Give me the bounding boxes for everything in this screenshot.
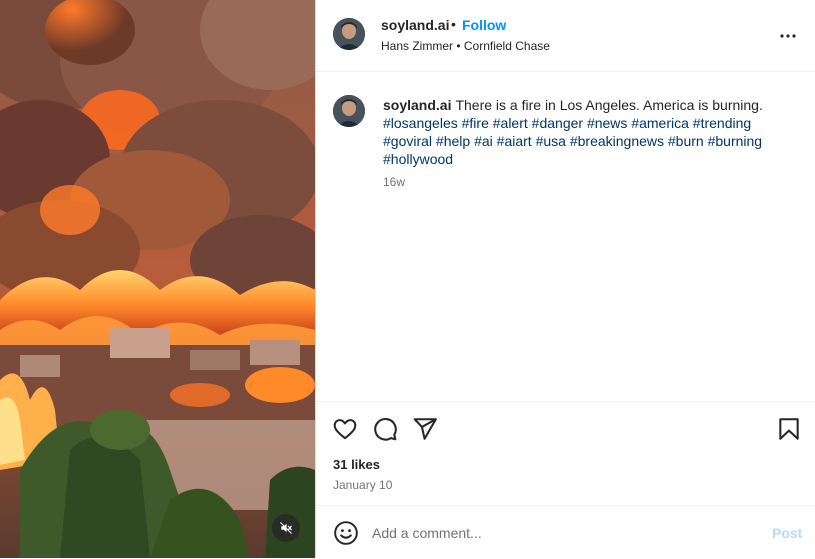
hashtag-link[interactable]: #fire [462, 115, 489, 131]
comment-icon [374, 418, 397, 441]
follow-separator: • [451, 16, 456, 32]
hashtag-link[interactable]: #usa [536, 133, 566, 149]
speaker-muted-icon [280, 522, 292, 534]
hashtag-link[interactable]: #aiart [497, 133, 532, 149]
mute-toggle-button[interactable] [272, 514, 300, 542]
hashtag-link[interactable]: #burn [668, 133, 704, 149]
hashtag-link[interactable]: #america [631, 115, 689, 131]
caption-avatar[interactable] [333, 95, 365, 127]
hashtag-list: #losangeles #fire #alert #danger #news #… [383, 114, 798, 168]
caption-username[interactable]: soyland.ai [383, 97, 451, 113]
caption-text: soyland.ai There is a fire in Los Angeles… [383, 96, 798, 168]
share-button[interactable] [412, 416, 438, 442]
post-date[interactable]: January 10 [333, 478, 392, 492]
comment-input[interactable] [372, 521, 752, 545]
more-options-button[interactable] [776, 24, 800, 48]
hashtag-link[interactable]: #breakingnews [570, 133, 664, 149]
hashtag-link[interactable]: #losangeles [383, 115, 458, 131]
caption-body: There is a fire in Los Angeles. America … [455, 97, 763, 113]
smiley-icon [334, 521, 358, 545]
post-details-panel: soyland.ai • Follow Hans Zimmer • Cornfi… [316, 0, 815, 558]
hashtag-link[interactable]: #trending [693, 115, 751, 131]
hashtag-link[interactable]: #ai [474, 133, 493, 149]
hashtag-link[interactable]: #hollywood [383, 151, 453, 167]
hashtag-link[interactable]: #goviral [383, 133, 432, 149]
caption-time-ago[interactable]: 16w [383, 175, 405, 189]
fire-scene-image [0, 0, 315, 558]
more-horizontal-icon [780, 34, 796, 38]
post-comment-button[interactable]: Post [772, 525, 802, 541]
post-header: soyland.ai • Follow Hans Zimmer • Cornfi… [316, 0, 815, 72]
audio-attribution[interactable]: Hans Zimmer • Cornfield Chase [381, 39, 550, 53]
author-avatar[interactable] [333, 18, 365, 50]
avatar-image [333, 18, 365, 50]
hashtag-link[interactable]: #help [436, 133, 470, 149]
paper-plane-icon [413, 418, 437, 440]
post-media[interactable] [0, 0, 315, 558]
hashtag-link[interactable]: #alert [493, 115, 528, 131]
hashtag-link[interactable]: #news [587, 115, 627, 131]
avatar-image [333, 95, 365, 127]
hashtag-link[interactable]: #burning [708, 133, 763, 149]
like-button[interactable] [332, 416, 358, 442]
likes-count[interactable]: 31 likes [333, 457, 380, 472]
comment-button[interactable] [372, 416, 398, 442]
save-button[interactable] [776, 416, 802, 442]
follow-button[interactable]: Follow [462, 17, 506, 33]
heart-icon [333, 419, 357, 440]
hashtag-link[interactable]: #danger [532, 115, 583, 131]
author-username[interactable]: soyland.ai [381, 17, 449, 33]
action-bar [316, 401, 815, 458]
bookmark-icon [779, 418, 799, 440]
comment-bar: Post [316, 505, 815, 559]
emoji-button[interactable] [333, 520, 359, 546]
